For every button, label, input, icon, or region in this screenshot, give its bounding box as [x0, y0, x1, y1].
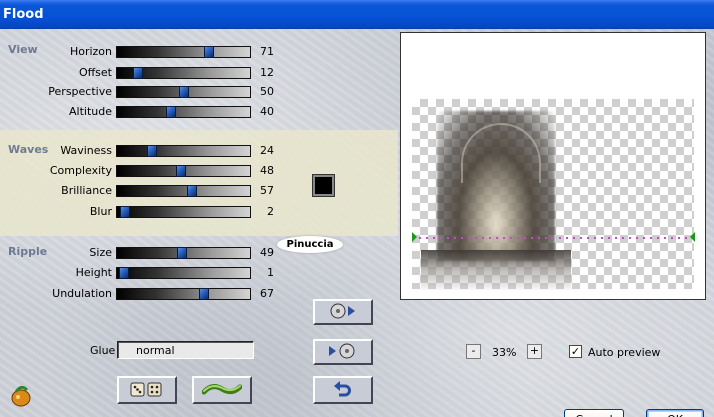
- horizon-slider[interactable]: [116, 46, 251, 58]
- reset-button[interactable]: [313, 376, 373, 404]
- undo-icon: [333, 380, 353, 401]
- window-title: Flood: [0, 0, 714, 29]
- slider-label: Horizon: [69, 45, 112, 58]
- glue-select[interactable]: normal: [117, 341, 254, 359]
- horizon-marker-right: [690, 232, 695, 242]
- slider-value: 1: [267, 266, 274, 279]
- wave-preset-button[interactable]: [192, 376, 252, 404]
- auto-preview-label: Auto preview: [588, 346, 661, 359]
- slider-value: 24: [260, 144, 274, 157]
- slider-thumb[interactable]: [199, 288, 210, 300]
- arrow-disc-icon: [326, 342, 360, 363]
- preview-reflection: [421, 250, 571, 290]
- size-slider[interactable]: [116, 247, 251, 259]
- slider-value: 50: [260, 85, 274, 98]
- slider-value: 12: [260, 66, 274, 79]
- slider-label: Blur: [89, 205, 112, 218]
- undulation-slider[interactable]: [116, 288, 251, 300]
- slider-label: Height: [75, 266, 112, 279]
- slider-label: Complexity: [49, 164, 112, 177]
- slider-label: Perspective: [48, 85, 112, 98]
- cancel-button[interactable]: Cancel: [564, 409, 624, 417]
- slider-thumb[interactable]: [147, 145, 158, 157]
- slider-label: Size: [89, 246, 112, 259]
- offset-slider[interactable]: [116, 67, 251, 79]
- slider-value: 67: [260, 287, 274, 300]
- save-preset-button[interactable]: [313, 299, 373, 325]
- slider-thumb[interactable]: [178, 86, 189, 98]
- horizon-guide: [412, 237, 694, 239]
- wave-icon: [201, 381, 243, 400]
- slider-label: Offset: [78, 66, 112, 79]
- slider-thumb[interactable]: [119, 267, 130, 279]
- slider-thumb[interactable]: [176, 165, 187, 177]
- blur-slider[interactable]: [116, 206, 251, 218]
- altitude-slider[interactable]: [116, 106, 251, 118]
- slider-value: 49: [260, 246, 274, 259]
- slider-value: 2: [267, 205, 274, 218]
- slider-label: Altitude: [69, 105, 112, 118]
- disc-arrow-right-icon: [326, 302, 360, 323]
- slider-value: 40: [260, 105, 274, 118]
- horizon-marker-left: [412, 232, 417, 242]
- dice-icon: [129, 380, 165, 401]
- filter-app-icon: [10, 383, 32, 407]
- slider-thumb[interactable]: [132, 67, 143, 79]
- slider-thumb[interactable]: [120, 206, 131, 218]
- dialog-client: View Waves Ripple Horizon 71 Offset 12 P…: [0, 29, 714, 417]
- zoom-out-button[interactable]: -: [466, 344, 481, 359]
- randomize-button[interactable]: [117, 376, 177, 404]
- slider-thumb[interactable]: [203, 46, 214, 58]
- waviness-slider[interactable]: [116, 145, 251, 157]
- slider-thumb[interactable]: [166, 106, 177, 118]
- slider-value: 71: [260, 45, 274, 58]
- slider-label: Waviness: [60, 144, 112, 157]
- complexity-slider[interactable]: [116, 165, 251, 177]
- color-swatch[interactable]: [312, 174, 335, 197]
- slider-value: 57: [260, 184, 274, 197]
- zoom-in-button[interactable]: +: [527, 344, 542, 359]
- slider-value: 48: [260, 164, 274, 177]
- auto-preview-checkbox[interactable]: ✓: [569, 345, 582, 358]
- preview-panel[interactable]: [400, 32, 706, 300]
- slider-thumb[interactable]: [177, 247, 188, 259]
- perspective-slider[interactable]: [116, 86, 251, 98]
- brilliance-slider[interactable]: [116, 185, 251, 197]
- watermark-label: Pinuccia: [277, 236, 343, 253]
- zoom-level: 33%: [492, 346, 517, 359]
- slider-label: Undulation: [52, 287, 112, 300]
- load-preset-button[interactable]: [313, 339, 373, 365]
- glue-label: Glue: [90, 344, 116, 357]
- ok-button[interactable]: OK: [646, 409, 704, 417]
- slider-label: Brilliance: [61, 184, 112, 197]
- slider-thumb[interactable]: [186, 185, 197, 197]
- height-slider[interactable]: [116, 267, 251, 279]
